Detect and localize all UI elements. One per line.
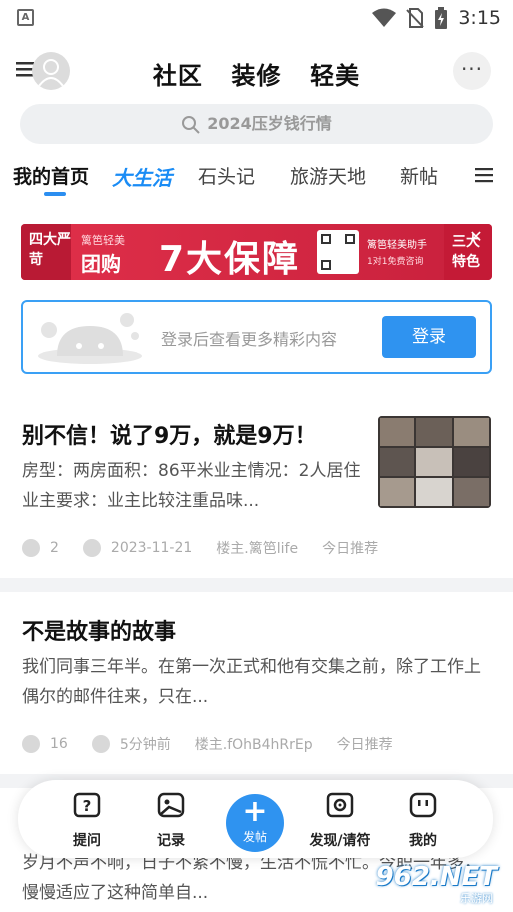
bottom-navigation: ? 提问 记录 + 发帖 发现/请符 我的 <box>18 780 493 858</box>
login-prompt-card: 登录后查看更多精彩内容 登录 <box>21 300 492 374</box>
search-bar: 2024压岁钱行情 <box>0 98 513 154</box>
active-tab-indicator <box>44 192 66 196</box>
comment-count: 16 <box>50 736 68 752</box>
nav-mine[interactable]: 我的 <box>388 792 458 850</box>
nav-ask[interactable]: ? 提问 <box>52 792 122 850</box>
image-icon <box>157 792 185 818</box>
tab-decoration[interactable]: 装修 <box>232 62 282 90</box>
tab-new-posts[interactable]: 新帖 <box>400 162 438 189</box>
tab-community[interactable]: 社区 <box>153 62 203 90</box>
post-title[interactable]: 别不信！说了9万，就是9万！ <box>22 418 317 450</box>
battery-icon <box>435 7 448 29</box>
post-author: 楼主.fOhB4hRrEp <box>194 737 313 753</box>
login-prompt-text: 登录后查看更多精彩内容 <box>161 330 338 349</box>
post-title[interactable]: 不是故事的故事 <box>22 614 176 646</box>
channel-tabs: 我的首页 大生活 石头记 旅游天地 新帖 <box>0 154 513 204</box>
banner-headline: 7大保障 <box>159 239 301 280</box>
channel-menu-icon[interactable] <box>475 166 493 184</box>
banner-tag: 团购 <box>81 252 121 276</box>
post-tag: 今日推荐 <box>336 737 393 753</box>
nav-discover[interactable]: 发现/请符 <box>304 792 376 850</box>
tab-stone-story[interactable]: 石头记 <box>198 162 255 189</box>
clock: 3:15 <box>458 7 501 29</box>
post-meta: 2 2023-11-21 楼主.篱笆life 今日推荐 <box>22 538 378 558</box>
no-sim-icon <box>406 8 425 28</box>
post-button-label: 发帖 <box>242 830 267 844</box>
post-date: 5分钟前 <box>119 737 171 753</box>
promo-banner[interactable]: 四大严苛 篱笆轻美 团购 7大保障 篱笆轻美助手 1对1免费咨询 三大特色 ✕ <box>21 224 492 280</box>
clock-icon <box>82 539 101 557</box>
plus-icon: + <box>242 794 268 829</box>
tab-big-life[interactable]: 大生活 <box>112 162 172 191</box>
watermark-sub: 乐游网 <box>460 892 493 905</box>
section-tabs: 社区 装修 轻美 <box>0 56 513 91</box>
post-button[interactable]: + 发帖 <box>226 794 284 852</box>
banner-assistant: 篱笆轻美助手 <box>367 240 427 251</box>
more-button[interactable]: ··· <box>453 52 491 90</box>
question-icon: ? <box>73 792 101 818</box>
tab-light-beauty[interactable]: 轻美 <box>310 62 360 90</box>
watermark-text: 962.NET <box>375 862 497 892</box>
comment-icon <box>22 539 40 557</box>
login-button[interactable]: 登录 <box>382 316 476 358</box>
wifi-icon <box>372 8 397 27</box>
tab-travel[interactable]: 旅游天地 <box>290 162 366 189</box>
close-icon[interactable]: ✕ <box>468 229 484 245</box>
nav-record-label: 记录 <box>157 833 185 849</box>
post-excerpt: 我们同事三年半。在第一次正式和他有交集之前，除了工作上偶尔的邮件往来，只在... <box>22 657 481 707</box>
nav-ask-label: 提问 <box>73 833 101 849</box>
search-placeholder: 2024压岁钱行情 <box>207 114 332 133</box>
banner-brand: 篱笆轻美 <box>81 234 125 247</box>
room-photo <box>378 416 491 508</box>
site-watermark: 962.NET 乐游网 <box>375 858 507 906</box>
status-bar: A 3:15 <box>0 0 513 36</box>
app-notification-icon: A <box>17 9 34 26</box>
post-date: 2023-11-21 <box>110 540 193 556</box>
comment-count: 2 <box>50 540 59 556</box>
search-icon <box>182 115 200 134</box>
nav-record[interactable]: 记录 <box>136 792 206 850</box>
post-thumbnail[interactable] <box>378 416 491 508</box>
post-excerpt: 房型：两房面积：86平米业主情况：2人居住业主要求：业主比较注重品味... <box>22 461 361 511</box>
qr-code-icon <box>317 230 359 274</box>
search-input[interactable]: 2024压岁钱行情 <box>20 104 493 144</box>
feed-item[interactable]: 别不信！说了9万，就是9万！ 房型：两房面积：86平米业主情况：2人居住业主要求… <box>0 396 513 578</box>
feed-item[interactable]: 不是故事的故事 我们同事三年半。在第一次正式和他有交集之前，除了工作上偶尔的邮件… <box>0 592 513 774</box>
banner-assistant-sub: 1对1免费咨询 <box>367 257 424 267</box>
banner-left-label: 四大严苛 <box>21 224 71 280</box>
post-tag: 今日推荐 <box>322 541 379 557</box>
nav-discover-label: 发现/请符 <box>309 833 371 849</box>
comment-icon <box>22 735 40 753</box>
svg-text:?: ? <box>83 797 92 815</box>
post-meta: 16 5分钟前 楼主.fOhB4hRrEp 今日推荐 <box>22 734 393 754</box>
clock-icon <box>91 735 110 753</box>
post-author: 楼主.篱笆life <box>216 541 299 557</box>
nav-mine-label: 我的 <box>409 833 437 849</box>
discover-icon <box>326 792 354 818</box>
app-header: 社区 装修 轻美 ··· <box>0 36 513 106</box>
promo-area: 四大严苛 篱笆轻美 团购 7大保障 篱笆轻美助手 1对1免费咨询 三大特色 ✕ … <box>0 204 513 396</box>
tab-my-home[interactable]: 我的首页 <box>13 162 89 189</box>
mascot-illustration <box>38 313 142 364</box>
face-icon <box>409 792 437 818</box>
